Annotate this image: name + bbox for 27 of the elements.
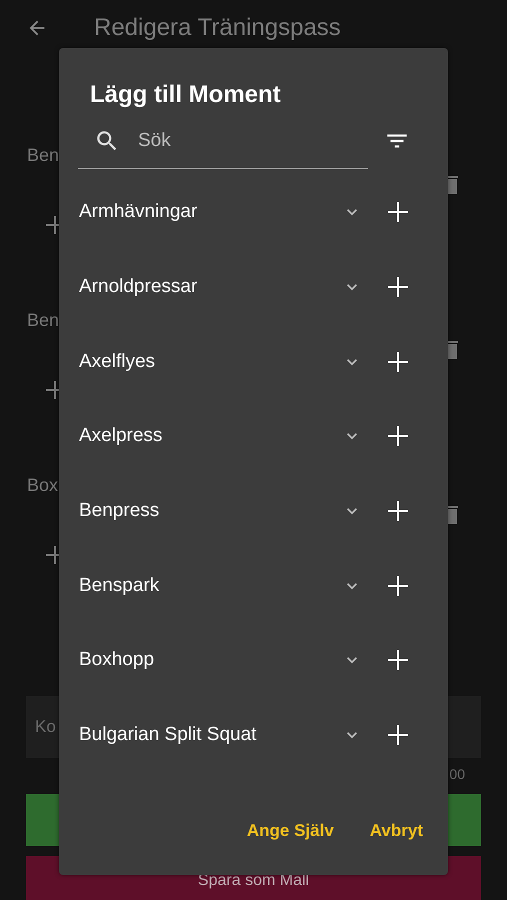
exercise-option[interactable]: Benspark	[79, 574, 342, 597]
exercise-option[interactable]: Axelpress	[79, 425, 342, 448]
plus-icon[interactable]	[386, 350, 410, 374]
plus-icon[interactable]	[386, 648, 410, 672]
plus-icon[interactable]	[386, 200, 410, 224]
exercise-option[interactable]: Boxhopp	[79, 649, 342, 672]
plus-icon[interactable]	[386, 499, 410, 524]
trash-icon[interactable]	[446, 175, 458, 195]
character-counter: 00	[448, 765, 465, 784]
exercise-option[interactable]: Axelflyes	[79, 350, 342, 373]
exercise-option[interactable]: Bulgarian Split Squat	[79, 724, 342, 746]
plus-icon[interactable]	[386, 574, 410, 598]
dialog-action-button[interactable]: Ange Själv	[246, 817, 334, 845]
plus-icon[interactable]	[386, 424, 410, 448]
exercise-name: Ben	[27, 145, 60, 165]
exercise-option[interactable]: Armhävningar	[79, 201, 342, 224]
exercise-name: Box	[27, 475, 58, 495]
trash-icon[interactable]	[446, 505, 458, 525]
exercise-option[interactable]: Benpress	[79, 500, 342, 522]
exercise-option[interactable]: Arnoldpressar	[79, 276, 342, 298]
screen-title: Redigera Träningspass	[94, 14, 341, 42]
trash-icon[interactable]	[446, 340, 458, 360]
exercise-name: Ben	[27, 310, 60, 330]
dialog-title: Lägg till Moment	[90, 81, 282, 109]
plus-icon[interactable]	[386, 275, 410, 300]
dialog-action-button[interactable]: Avbryt	[370, 817, 423, 845]
plus-icon[interactable]	[386, 723, 410, 748]
